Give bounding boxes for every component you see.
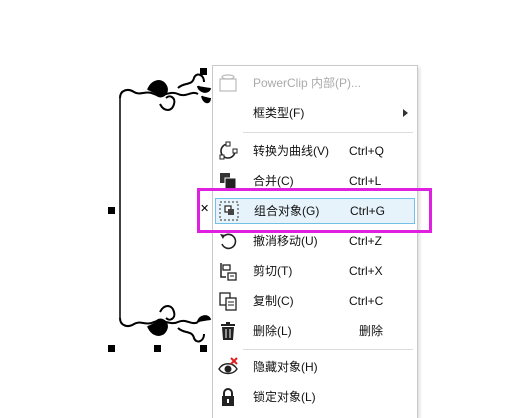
menu-item-delete[interactable]: 删除(L) 删除 — [213, 316, 417, 346]
submenu-arrow-icon — [403, 109, 408, 117]
selection-handle-bottom-left[interactable] — [108, 345, 115, 352]
menu-item-frame-type[interactable]: 框类型(F) — [213, 98, 417, 128]
menu-item-copy[interactable]: 复制(C) Ctrl+C — [213, 286, 417, 316]
context-menu: PowerClip 内部(P)... 框类型(F) 转换为曲线(V) Ctrl+… — [212, 65, 418, 418]
selection-handle-bottom-middle[interactable] — [154, 345, 161, 352]
menu-item-shortcut: Ctrl+X — [349, 264, 383, 278]
menu-item-label: 框类型(F) — [253, 106, 305, 120]
hide-object-icon — [218, 357, 238, 375]
selection-handle-middle-left[interactable] — [108, 207, 115, 214]
menu-item-cut[interactable]: 剪切(T) Ctrl+X — [213, 256, 417, 286]
ornament-frame[interactable] — [100, 60, 212, 350]
menu-item-convert-to-curves[interactable]: 转换为曲线(V) Ctrl+Q — [213, 136, 417, 166]
menu-separator — [243, 349, 413, 350]
trash-icon — [221, 322, 235, 340]
menu-item-label: 锁定对象(L) — [253, 390, 316, 404]
powerclip-icon — [219, 74, 237, 92]
lock-icon — [222, 388, 234, 406]
menu-item-label: 复制(C) — [253, 294, 294, 308]
menu-item-hide-object[interactable]: 隐藏对象(H) — [213, 352, 417, 382]
menu-item-shortcut: 删除 — [359, 324, 384, 338]
menu-item-label: 删除(L) — [253, 324, 292, 338]
cut-icon — [220, 263, 237, 281]
menu-separator — [243, 132, 413, 133]
selection-handle-top-right[interactable] — [200, 68, 207, 75]
menu-item-label: 转换为曲线(V) — [253, 144, 329, 158]
menu-item-label: PowerClip 内部(P)... — [253, 76, 362, 90]
menu-item-label: 剪切(T) — [253, 264, 293, 278]
menu-item-lock-object[interactable]: 锁定对象(L) — [213, 382, 417, 412]
convert-to-curves-icon — [219, 141, 238, 160]
selection-handle-bottom-right[interactable] — [200, 345, 207, 352]
menu-item-label: 隐藏对象(H) — [253, 360, 318, 374]
menu-item-shortcut: Ctrl+Q — [349, 144, 385, 158]
menu-item-shortcut: Ctrl+C — [349, 294, 384, 308]
annotation-highlight-box — [197, 188, 432, 233]
menu-item-powerclip-inside: PowerClip 内部(P)... — [213, 68, 417, 98]
undo-icon — [220, 233, 237, 250]
copy-icon — [219, 292, 237, 311]
